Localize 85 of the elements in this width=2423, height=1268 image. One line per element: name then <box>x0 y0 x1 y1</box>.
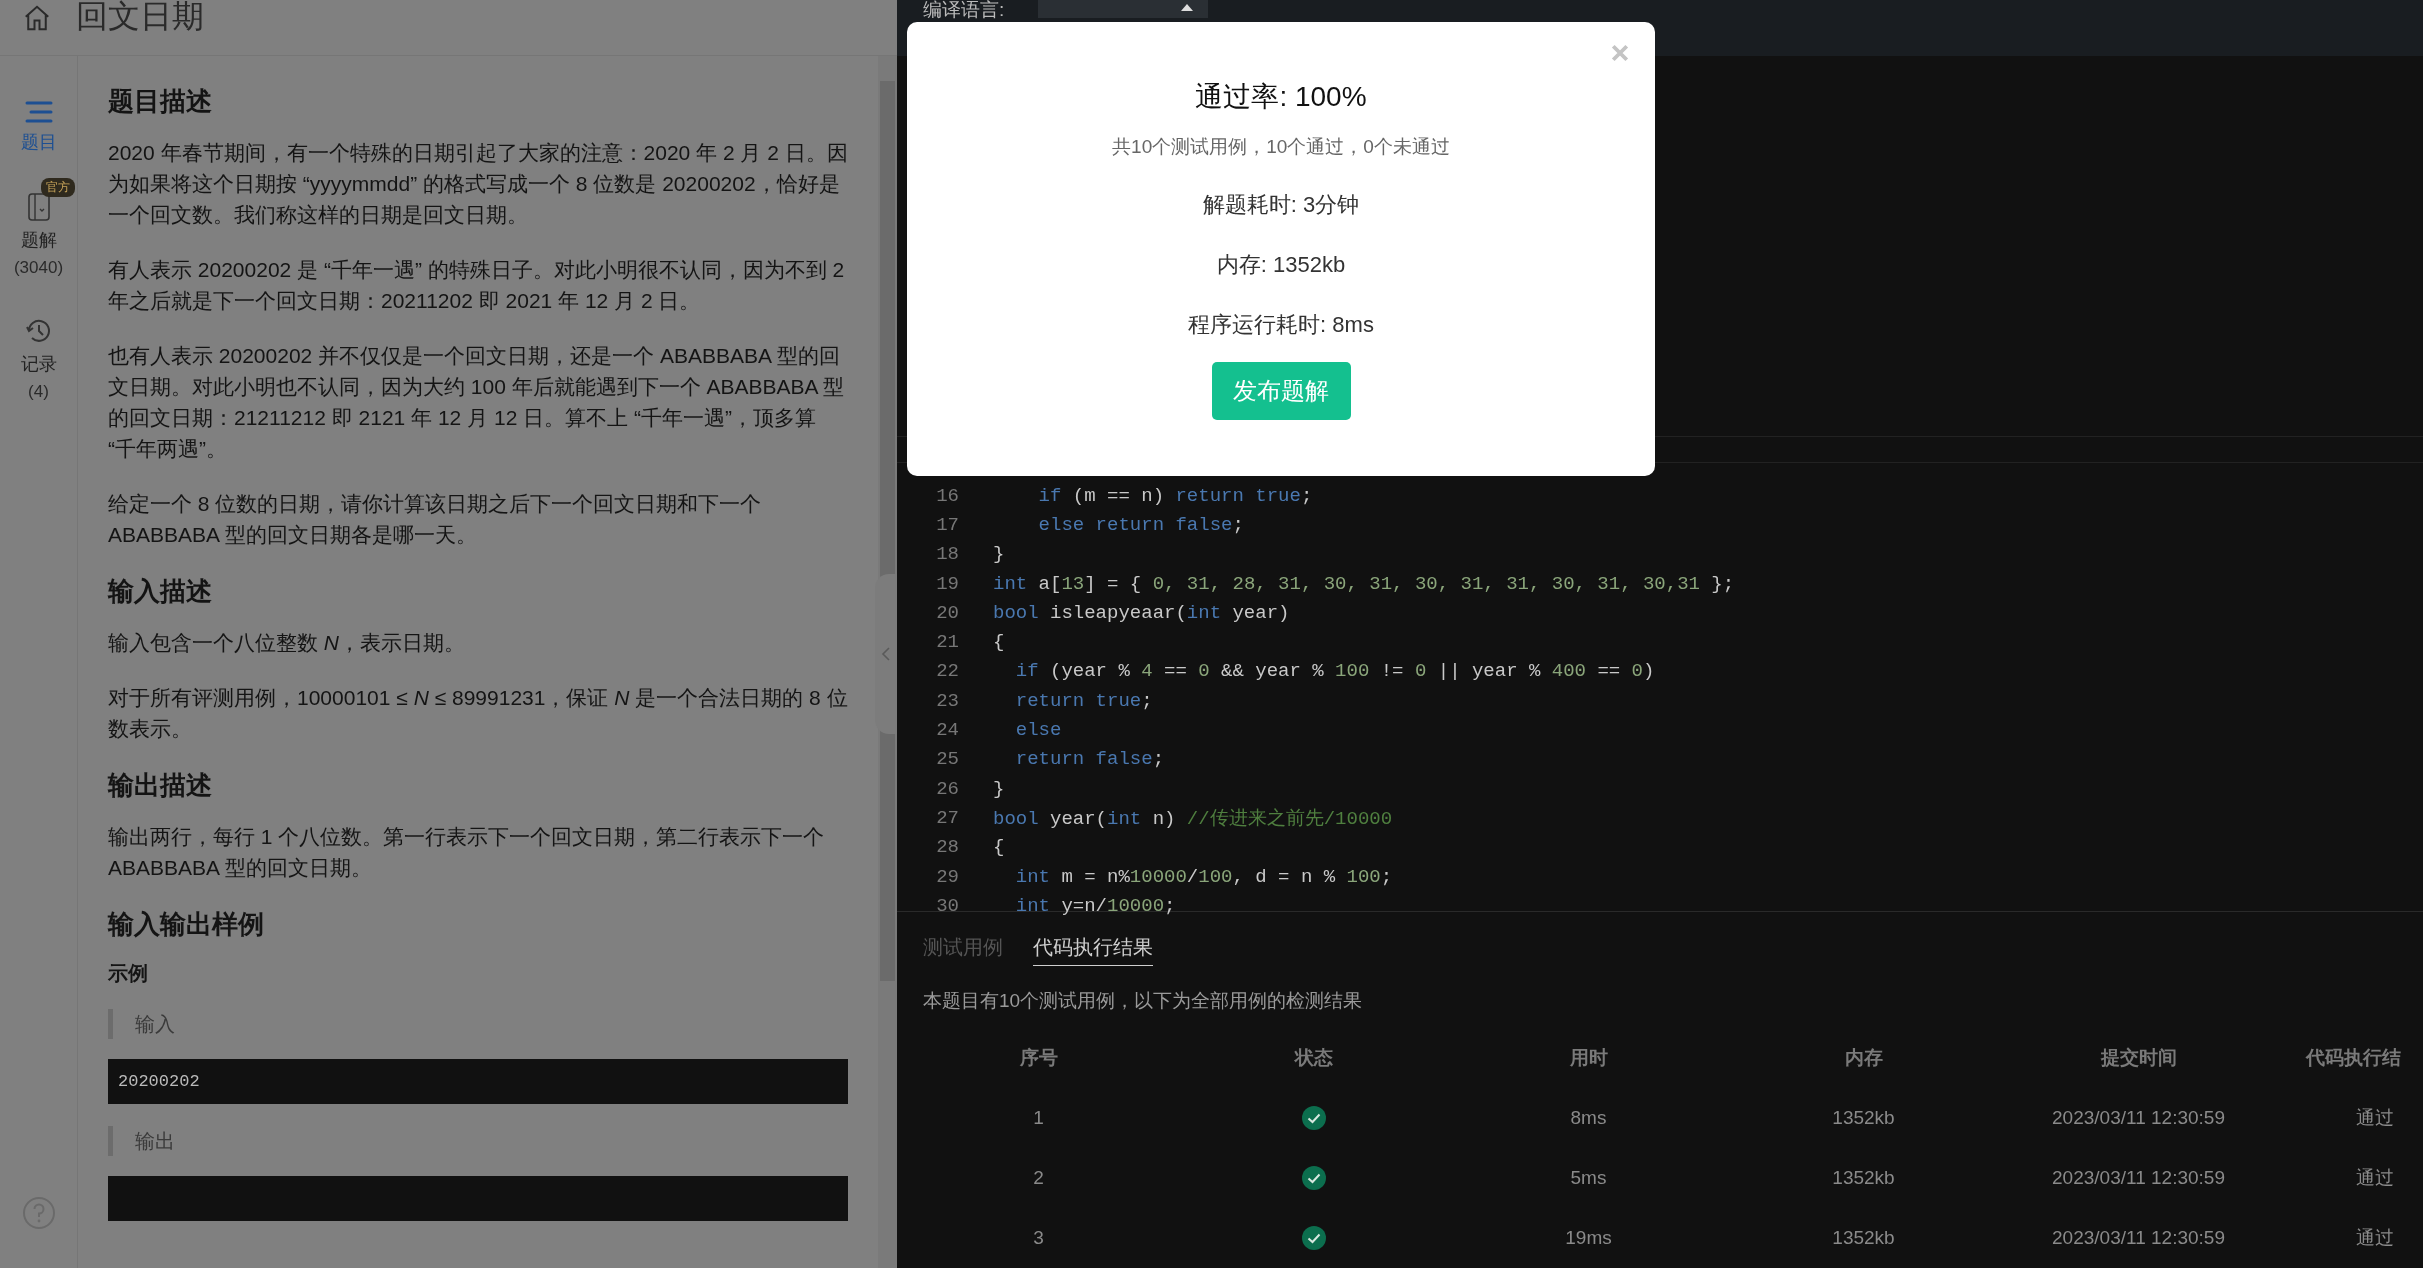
result-tab[interactable]: 测试用例 <box>923 934 1003 966</box>
section-heading: 题目描述 <box>108 85 213 118</box>
paragraph: 2020 年春节期间，有一个特殊的日期引起了大家的注意：2020 年 2 月 2 日。因为如果将这个日期按 “yyyymmdd” 的格式写成一个 8 位数是 20200202，恰好是一个回文数。我们称这样的日期是回文日期。 <box>108 140 848 228</box>
column-header: 序号 <box>1018 1046 1059 1070</box>
table-cell-text: 8ms <box>1569 1107 1608 1129</box>
code-line: } <box>993 543 1005 566</box>
paragraph: 输出两行，每行 1 个八位数。第一行表示下一个回文日期，第二行表示下一个 ABABBABA 型的回文日期。 <box>108 824 826 881</box>
stat-text: 内存: 1352kb <box>1216 251 1346 279</box>
line-number: 30 <box>935 894 959 917</box>
table-cell-text: 1352kb <box>1831 1227 1896 1249</box>
caret-icon <box>1180 2 1195 12</box>
section-heading: 输出描述 <box>108 769 213 802</box>
column-header: 内存 <box>1843 1046 1884 1070</box>
stat-text: 解题耗时: 3分钟 <box>1202 191 1360 219</box>
table-cell-text: 1352kb <box>1831 1167 1896 1189</box>
table-cell-text: 2023/03/11 12:30:59 <box>2051 1227 2226 1249</box>
book-icon <box>26 192 51 222</box>
code-line: else return false; <box>1037 513 1244 536</box>
result-tab[interactable]: 代码执行结果 <box>1033 934 1153 966</box>
publish-button[interactable]: 发布题解 <box>1211 362 1351 420</box>
language-label: 编译语言: <box>923 0 1005 20</box>
code-line: if (year % 4 == 0 && year % 100 != 0 || year % 400 == 0) <box>1014 660 1655 683</box>
test-summary: 共10个测试用例，10个通过，0个未通过 <box>1112 135 1450 159</box>
paragraph: 输入包含一个八位整数 N，表示日期。 <box>108 630 466 656</box>
code-line: int a[13] = { 0, 31, 28, 31, 30, 31, 30, 31, 31, 30, 31, 30,31 }; <box>993 572 1735 595</box>
code-line: bool isleapyeaar(int year) <box>993 601 1290 624</box>
code-line: int y=n/10000; <box>1014 894 1176 917</box>
paragraph: 有人表示 20200202 是 “千年一遇” 的特殊日子。对此小明很不认同，因为不到 2 年之后就是下一个回文日期：20211202 即 2021 年 12 月 2 日。 <box>108 257 846 314</box>
table-cell-text: 19ms <box>1564 1227 1613 1249</box>
pass-rate: 通过率: 100% <box>1195 80 1367 114</box>
line-number: 26 <box>935 777 959 800</box>
code-line: { <box>993 631 1005 654</box>
section-heading: 输入描述 <box>108 575 213 608</box>
problem-title: 回文日期 <box>76 0 204 36</box>
sidebar-item[interactable]: 题目 <box>0 84 78 154</box>
column-header: 代码执行结 <box>2304 1046 2402 1070</box>
code-line: if (m == n) return true; <box>1037 484 1313 507</box>
stat-text: 程序运行耗时: 8ms <box>1188 311 1374 339</box>
table-cell-text: 2 <box>1032 1167 1045 1189</box>
collapse-handle[interactable] <box>875 574 897 734</box>
example-title: 示例 <box>108 961 149 986</box>
line-number: 28 <box>935 836 959 859</box>
line-number: 19 <box>935 572 959 595</box>
code-line: return false; <box>1014 748 1165 771</box>
table-cell-text: 1 <box>1032 1107 1045 1129</box>
table-cell-text: 5ms <box>1569 1167 1608 1189</box>
table-cell-text: 通过 <box>2355 1226 2395 1250</box>
line-number: 24 <box>935 719 959 741</box>
column-header: 用时 <box>1568 1046 1609 1070</box>
table-cell-text: 2023/03/11 12:30:59 <box>2051 1107 2226 1129</box>
close-icon[interactable] <box>1611 44 1629 62</box>
table-cell-text: 2023/03/11 12:30:59 <box>2051 1167 2226 1189</box>
table-cell-text: 通过 <box>2355 1166 2395 1190</box>
table-cell-text: 1352kb <box>1831 1107 1896 1129</box>
section-heading: 输入输出样例 <box>108 908 265 941</box>
table-cell-text: 3 <box>1032 1227 1045 1249</box>
line-number: 18 <box>935 543 959 566</box>
line-number: 29 <box>935 865 959 888</box>
code-line: int m = n%10000/100, d = n % 100; <box>1014 865 1393 888</box>
line-number: 17 <box>935 513 959 536</box>
official-badge: 官方 <box>40 178 75 197</box>
table-cell-text: 通过 <box>2355 1106 2395 1130</box>
column-header: 提交时间 <box>2099 1046 2178 1070</box>
line-number: 16 <box>935 484 959 507</box>
column-header: 状态 <box>1293 1046 1334 1070</box>
code-line: else <box>1014 719 1062 741</box>
sidebar-item[interactable]: 记录 (4) <box>0 300 78 402</box>
sidebar-item[interactable]: 官方 题解 (3040) <box>0 176 78 278</box>
paragraph: 对于所有评测用例，10000101 ≤ N ≤ 89991231，保证 N 是一个合法日期的 8 位数表示。 <box>108 685 848 742</box>
line-number: 22 <box>935 660 959 683</box>
paragraph: 给定一个 8 位数的日期，请你计算该日期之后下一个回文日期和下一个 ABABBABA 型的回文日期各是哪一天。 <box>108 491 763 548</box>
results-summary: 本题目有10个测试用例，以下为全部用例的检测结果 <box>923 989 1364 1013</box>
line-number: 23 <box>935 689 959 712</box>
language-select[interactable] <box>1038 0 1209 18</box>
line-number: 27 <box>935 806 959 829</box>
paragraph: 也有人表示 20200202 并不仅仅是一个回文日期，还是一个 ABABBABA 型的回文日期。对此小明也不认同，因为大约 100 年后就能遇到下一个 ABABBABA 型的回文日期：21211212 即 2121 年 12 月 12 日。算不上 “千年一遇”，顶多算 “千年两遇”。 <box>108 343 846 462</box>
line-number: 21 <box>935 631 959 654</box>
code-line: return true; <box>1014 689 1153 712</box>
line-number: 25 <box>935 748 959 771</box>
code-line: { <box>993 836 1005 859</box>
sample-label: 输入 <box>108 1009 848 1039</box>
code-line: bool year(int n) //传进来之前先/10000 <box>993 806 1393 831</box>
code-line: } <box>993 777 1005 800</box>
sample-label: 输出 <box>108 1126 848 1156</box>
line-number: 20 <box>935 601 959 624</box>
